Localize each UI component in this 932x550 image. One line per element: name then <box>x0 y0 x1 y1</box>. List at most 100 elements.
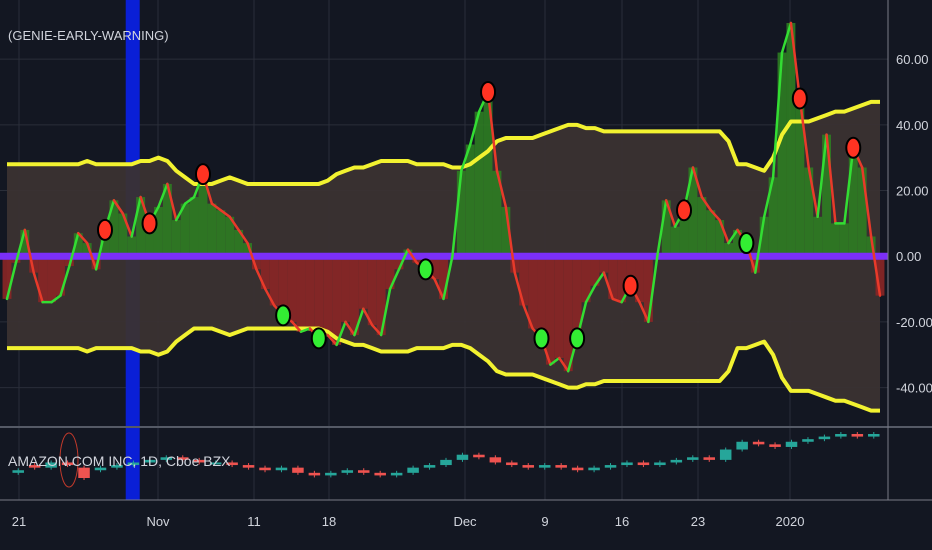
buy-signal-marker[interactable] <box>738 232 755 255</box>
histogram-bar <box>341 256 350 322</box>
histogram-bar <box>367 256 377 326</box>
price-candle <box>802 439 814 442</box>
y-tick-label: 20.00 <box>896 184 929 199</box>
price-candle <box>12 470 24 473</box>
histogram-bar <box>305 256 315 329</box>
buy-signal-marker[interactable] <box>533 327 550 350</box>
indicator-title[interactable]: (GENIE-EARLY-WARNING) <box>8 28 169 43</box>
x-tick-label: 9 <box>541 514 548 529</box>
price-candle <box>670 459 683 463</box>
histogram-bar <box>47 256 56 303</box>
histogram-bar <box>456 170 466 257</box>
price-candle <box>719 449 732 460</box>
x-tick-label: 21 <box>12 514 26 529</box>
price-candle <box>736 441 748 450</box>
sell-signal-marker[interactable] <box>141 212 158 235</box>
price-candle <box>456 454 469 460</box>
price-candle <box>538 465 551 468</box>
x-tick-label: 23 <box>691 514 705 529</box>
y-tick-label: 60.00 <box>896 52 929 67</box>
price-candle <box>571 467 584 471</box>
sell-signal-marker[interactable] <box>96 218 113 241</box>
histogram-bar <box>55 256 65 296</box>
sell-signal-marker[interactable] <box>676 199 693 222</box>
price-candle <box>423 465 436 468</box>
price-candle <box>769 444 781 447</box>
price-candle <box>506 462 518 466</box>
buy-signal-marker[interactable] <box>417 258 434 281</box>
price-candle <box>390 472 403 476</box>
price-candle <box>275 467 288 471</box>
y-tick-label: 0.00 <box>896 249 921 264</box>
price-candle <box>835 434 847 437</box>
x-tick-label: Dec <box>453 514 477 529</box>
price-candle <box>341 470 354 473</box>
histogram-bar <box>314 256 324 339</box>
x-tick-label: 18 <box>322 514 336 529</box>
y-tick-label: 40.00 <box>896 118 929 133</box>
price-candle <box>489 457 502 463</box>
price-candle <box>242 465 255 468</box>
price-candle <box>407 467 419 473</box>
price-candle <box>522 465 535 468</box>
price-candle <box>308 472 321 476</box>
x-tick-label: Nov <box>146 514 170 529</box>
histogram-bar <box>207 203 217 257</box>
histogram-bar <box>537 256 546 339</box>
histogram-bar <box>216 210 226 257</box>
buy-signal-marker[interactable] <box>310 327 327 350</box>
histogram-bar <box>189 197 199 257</box>
histogram-bar <box>296 256 306 332</box>
price-candle <box>357 470 370 473</box>
histogram-bar <box>670 226 680 257</box>
price-candle <box>851 434 864 437</box>
price-candle <box>259 467 271 471</box>
x-tick-label: 16 <box>615 514 629 529</box>
buy-signal-marker[interactable] <box>569 327 586 350</box>
x-tick-label: 11 <box>247 514 261 529</box>
price-candle <box>292 467 304 473</box>
price-candle <box>78 467 90 478</box>
price-candle <box>440 459 452 466</box>
histogram-bar <box>813 216 823 257</box>
price-candle <box>752 441 765 445</box>
price-candle <box>555 465 567 468</box>
histogram-bar <box>474 111 484 257</box>
price-candle <box>604 465 617 468</box>
histogram-bar <box>358 256 368 309</box>
price-candle <box>637 462 650 466</box>
histogram-bar <box>171 220 181 257</box>
histogram-bar <box>554 256 564 359</box>
price-candle <box>687 457 699 460</box>
sell-signal-marker[interactable] <box>791 87 808 110</box>
histogram-bar <box>545 256 555 365</box>
price-candle <box>654 462 666 466</box>
histogram-bar <box>831 223 840 257</box>
price-candle <box>818 436 831 440</box>
price-candle <box>473 454 485 458</box>
histogram-bar <box>706 210 716 257</box>
histogram-bar <box>332 256 342 345</box>
histogram-bar <box>857 167 867 257</box>
histogram-bar <box>697 197 707 257</box>
sell-signal-marker[interactable] <box>194 163 211 186</box>
histogram-bar <box>563 256 573 372</box>
histogram-bar <box>323 256 333 336</box>
y-tick-label: -20.00 <box>896 315 932 330</box>
indicator-chart: 60.00 40.00 20.00 0.00 -20.00 -40.00 21 Nov 11 1… <box>0 0 932 550</box>
histogram-bar <box>839 223 849 257</box>
price-candle <box>703 457 716 460</box>
buy-signal-marker[interactable] <box>275 304 292 327</box>
x-tick-label: 2020 <box>776 514 805 529</box>
price-candle <box>588 467 600 471</box>
price-candle <box>621 462 633 466</box>
price-candle <box>785 441 798 447</box>
sell-signal-marker[interactable] <box>480 80 497 103</box>
sell-signal-marker[interactable] <box>622 274 639 297</box>
price-candle <box>868 434 880 437</box>
histogram-bar <box>2 256 12 299</box>
symbol-title[interactable]: AMAZON.COM INC, 1D, Cboe BZX <box>8 453 231 469</box>
price-candle <box>325 472 337 476</box>
sell-signal-marker[interactable] <box>845 136 862 159</box>
y-tick-label: -40.00 <box>896 381 932 396</box>
